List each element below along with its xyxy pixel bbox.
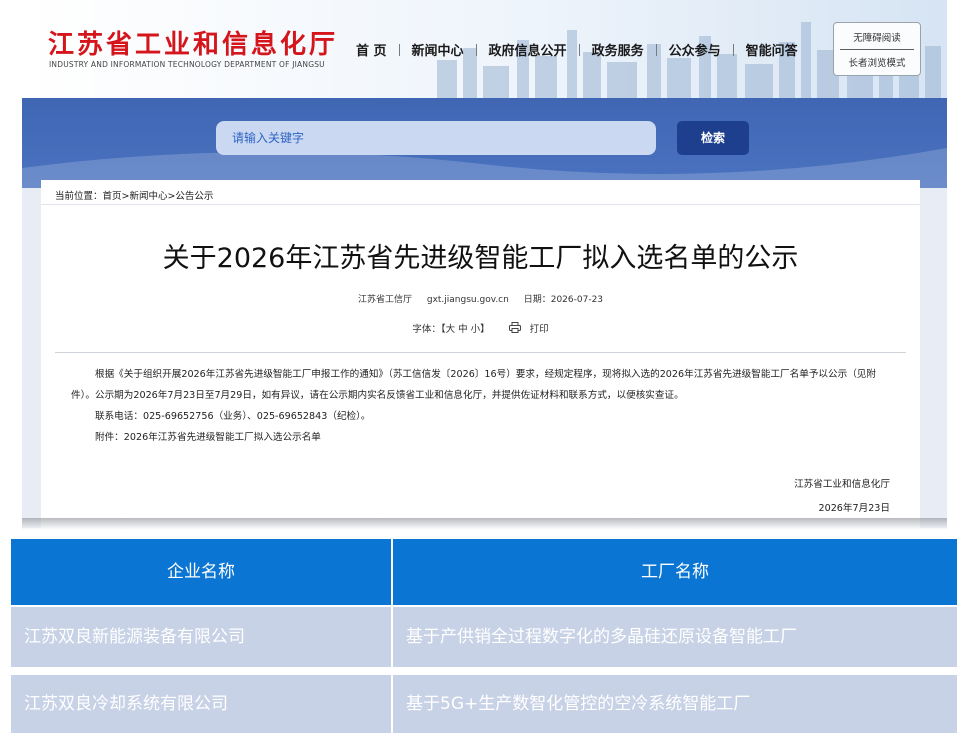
nav-smart-qa[interactable]: 智能问答 (734, 40, 810, 59)
article-meta: 江苏省工信厅 gxt.jiangsu.gov.cn 日期：2026-07-23 (41, 292, 920, 305)
nav-gov-info[interactable]: 政府信息公开 (477, 40, 579, 59)
nav-services[interactable]: 政务服务 (580, 40, 656, 59)
table-cell-company: 江苏双良冷却系统有限公司 (11, 675, 391, 733)
table-cell-company: 江苏双良新能源装备有限公司 (11, 607, 391, 667)
article-site: gxt.jiangsu.gov.cn (426, 295, 509, 305)
accessibility-divider (840, 49, 914, 50)
table-header-company: 企业名称 (11, 539, 391, 605)
article-paragraph: 根据《关于组织开展2026年江苏省先进级智能工厂申报工作的通知》（苏工信信发〔2… (71, 369, 876, 401)
article-title: 关于2026年江苏省先进级智能工厂拟入选名单的公示 (162, 243, 799, 274)
website-screenshot: 江苏省工业和信息化厅 INDUSTRY AND INFORMATION TECH… (22, 0, 947, 528)
article-date: 日期：2026-07-23 (523, 295, 604, 305)
breadcrumb[interactable]: 当前位置：首页>新闻中心>公告公示 (55, 188, 213, 202)
article-card: 当前位置：首页>新闻中心>公告公示 关于2026年江苏省先进级智能工厂拟入选名单… (41, 180, 920, 528)
signing-date: 2026年7月23日 (818, 503, 890, 514)
table-header-factory: 工厂名称 (393, 539, 957, 605)
font-size-controls: 字体：【大 中 小】 打印 (41, 321, 920, 335)
search-band: 请输入关键字 检索 (22, 98, 947, 188)
accessibility-panel: 无障碍阅读 长者浏览模式 (833, 22, 921, 76)
nav-home[interactable]: 首 页 (344, 40, 399, 59)
site-logo-subtitle: INDUSTRY AND INFORMATION TECHNOLOGY DEPA… (49, 60, 325, 69)
screenshot-shadow (22, 518, 947, 530)
search-input[interactable]: 请输入关键字 (216, 121, 656, 155)
breadcrumb-divider (41, 204, 920, 205)
nav-news[interactable]: 新闻中心 (400, 40, 476, 59)
attachment-link[interactable]: 附件：2026年江苏省先进级智能工厂拟入选公示名单 (71, 427, 893, 448)
table-cell-factory: 基于产供销全过程数字化的多晶硅还原设备智能工厂 (393, 607, 957, 667)
elder-mode-button[interactable]: 长者浏览模式 (842, 55, 912, 69)
accessibility-button[interactable]: 无障碍阅读 (842, 30, 912, 44)
search-button[interactable]: 检索 (677, 121, 749, 155)
site-header: 江苏省工业和信息化厅 INDUSTRY AND INFORMATION TECH… (22, 0, 947, 98)
site-logo-title[interactable]: 江苏省工业和信息化厅 (48, 24, 338, 61)
contact-phone: 联系电话：025-69652756（业务）、025-69652843（纪检）。 (95, 411, 371, 422)
article-source: 江苏省工信厅 (357, 295, 412, 305)
article-divider (55, 352, 906, 353)
table-cell-factory: 基于5G+生产数智化管控的空冷系统智能工厂 (393, 675, 957, 733)
font-size-selector[interactable]: 字体：【大 中 小】 (412, 324, 489, 335)
article-body: 根据《关于组织开展2026年江苏省先进级智能工厂申报工作的通知》（苏工信信发〔2… (71, 364, 893, 448)
main-nav: 首 页 新闻中心 政府信息公开 政务服务 公众参与 智能问答 (344, 40, 810, 59)
signing-organization: 江苏省工业和信息化厅 (794, 479, 890, 490)
print-link[interactable]: 打印 (530, 324, 549, 335)
nav-participation[interactable]: 公众参与 (657, 40, 733, 59)
printer-icon[interactable] (499, 322, 524, 335)
